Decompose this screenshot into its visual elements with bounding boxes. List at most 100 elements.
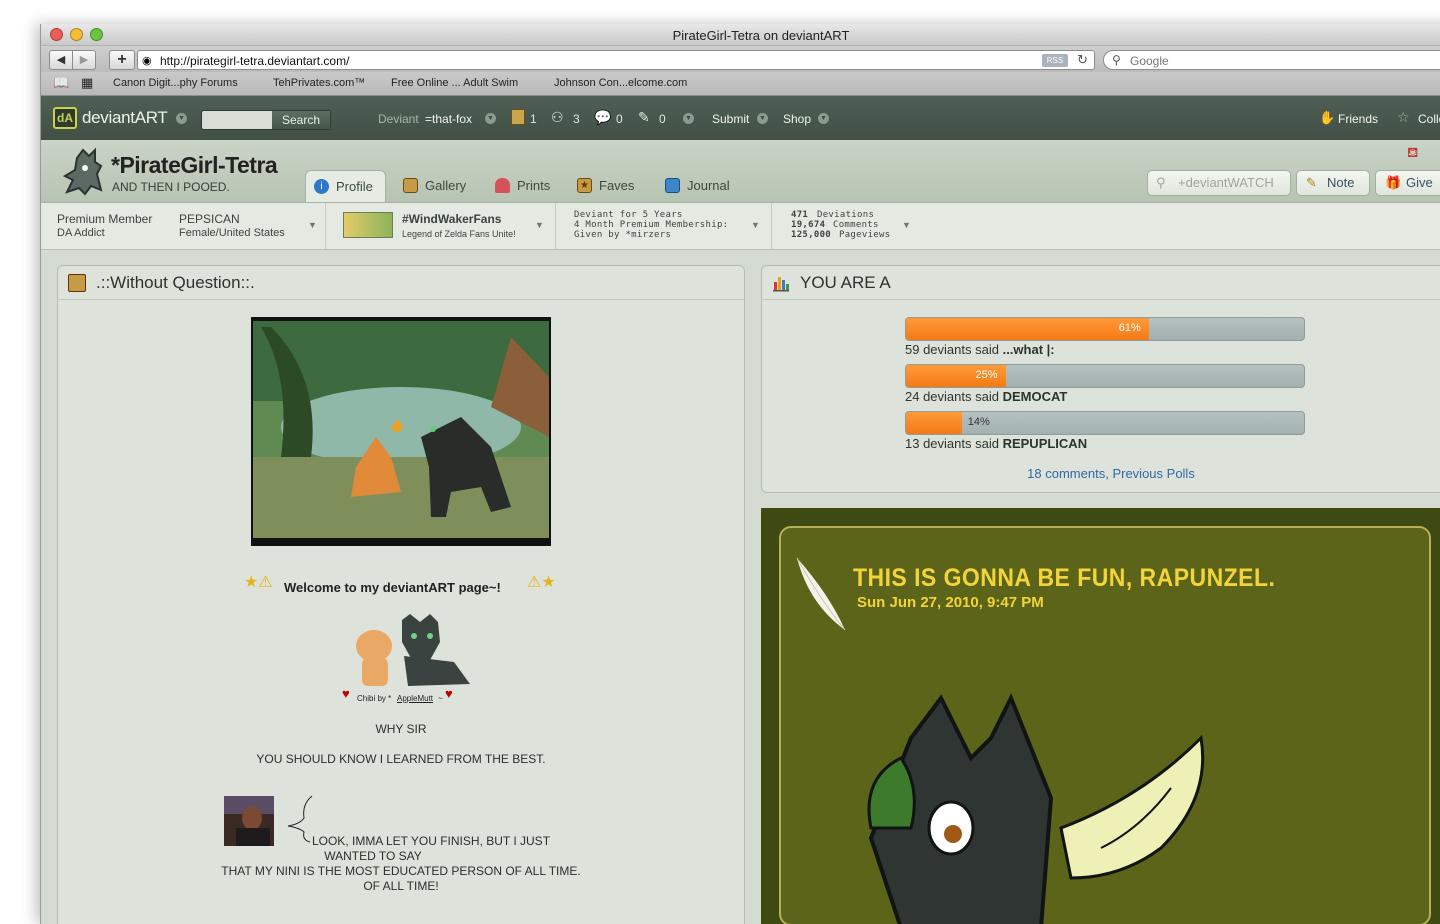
deviation-inbox-icon[interactable] [511,109,525,125]
poll-comments-link[interactable]: 18 comments [1027,466,1105,481]
give-label: Give [1406,175,1433,190]
poll-panel: YOU ARE A 61% 59 deviants said ...what |… [761,265,1440,493]
group-chevron-icon[interactable]: ▼ [534,218,545,232]
back-button[interactable]: ◀ [49,50,73,70]
bookmark-item[interactable]: TehPrivates.com™ [273,77,365,89]
membership-chevron-icon[interactable]: ▼ [750,218,761,232]
poll-bar[interactable]: 61% [905,317,1305,341]
llama-badge-icon[interactable]: ⛾ [1407,144,1418,163]
poll-answer: ...what |: [1002,342,1055,357]
gift-icon: 🎁 [1385,175,1402,190]
favicon-icon: ◉ [142,55,152,67]
give-button[interactable]: 🎁 Give [1375,170,1440,196]
journal-panel: THIS IS GONNA BE FUN, RAPUNZEL. Sun Jun … [761,508,1440,924]
heart-icon: ♥ [445,686,453,701]
tab-profile-label: Profile [336,179,373,194]
url-text[interactable]: http://pirategirl-tetra.deviantart.com/ [160,54,349,68]
tab-faves[interactable]: ★ Faves [569,170,634,202]
featured-artwork-image[interactable] [251,317,551,546]
deviantwatch-button[interactable]: ⚲ +deviantWATCH [1147,170,1291,196]
tab-journal-label: Journal [687,178,730,193]
add-bookmark-button[interactable]: + [109,50,135,70]
friends-icon[interactable]: ✋ [1319,110,1335,126]
comment-bubble-icon[interactable]: 💬 [594,109,611,126]
binoculars-icon[interactable]: ⚇ [551,109,564,126]
group-name[interactable]: #WindWakerFans [402,212,501,226]
tab-gallery[interactable]: Gallery [395,170,466,202]
membership-info: 4 Month Premium Membership: [574,220,729,230]
watch-plus-icon: ⚲ [1156,175,1166,190]
note-label: Note [1327,175,1355,190]
text-line: WHY SIR [375,722,427,736]
address-bar[interactable]: ◉ http://pirategirl-tetra.deviantart.com… [137,50,1095,70]
journal-title[interactable]: THIS IS GONNA BE FUN, RAPUNZEL. [853,564,1275,593]
deviantart-logo-text[interactable]: deviantART [82,108,168,128]
comment-count[interactable]: 0 [616,112,623,126]
poll-bar[interactable]: 14% [905,411,1305,435]
member-type: Premium Member [57,212,153,226]
watch-count[interactable]: 3 [573,112,580,126]
site-search-input[interactable]: Search [201,110,331,130]
avatar[interactable] [61,146,107,196]
comments-label: Comments [833,220,879,230]
username-link[interactable]: =that-fox [425,112,472,126]
friends-menu[interactable]: Friends [1338,112,1378,126]
deviation-count[interactable]: 1 [530,112,537,126]
rss-button[interactable]: RSS [1042,54,1068,67]
inbox-menu-chevron-icon[interactable]: ▼ [683,111,694,125]
quote-line: OF ALL TIME! [363,879,439,893]
frame-icon [68,274,86,292]
tab-profile[interactable]: i Profile [305,170,386,202]
grid-icon[interactable]: ▦ [81,75,93,91]
poll-count: 59 deviants said [905,342,999,357]
group-badge-image[interactable] [343,212,393,238]
poll-percent: 61% [1118,322,1141,334]
profile-username[interactable]: *PirateGirl-Tetra [111,152,278,179]
shop-menu[interactable]: Shop [783,112,811,126]
submit-menu[interactable]: Submit [712,112,749,126]
bookmarks-bar: 📖 ▦ Canon Digit...phy Forums TehPrivates… [41,72,1440,96]
search-placeholder: Google [1130,54,1169,68]
user-menu-chevron-icon[interactable]: ▼ [485,111,496,125]
poll-answer: REPUPLICAN [1002,436,1088,451]
bookmark-item[interactable]: Johnson Con...elcome.com [554,77,687,89]
poll-bar-fill [906,412,962,434]
site-search-button[interactable]: Search [272,111,330,129]
bookmark-item[interactable]: Canon Digit...phy Forums [113,77,238,89]
note-button[interactable]: ✎ Note [1296,170,1370,196]
given-by: Given by *mirzers [574,230,672,240]
bar-chart-icon [773,277,789,292]
notes-count[interactable]: 0 [659,112,666,126]
chibi-credit-link[interactable]: AppleMutt [397,694,433,703]
web-search-field[interactable]: ⚲ Google [1103,50,1440,70]
pageviews-count: 125,000 [791,230,832,240]
poll-title: YOU ARE A [800,273,891,292]
window-title: PirateGirl-Tetra on deviantART [672,28,850,43]
tab-journal[interactable]: Journal [657,170,730,202]
deviantart-navbar: dA deviantART ▼ Search Deviant =that-fox… [41,96,1440,140]
book-icon[interactable]: 📖 [53,75,69,91]
chibi-pixel-art [356,614,470,686]
stats-chevron-icon[interactable]: ▼ [901,218,912,232]
previous-polls-link[interactable]: Previous Polls [1112,466,1194,481]
collections-menu[interactable]: Colle [1418,112,1440,126]
logo-menu-chevron-icon[interactable]: ▼ [176,111,187,125]
bookmark-item[interactable]: Free Online ... Adult Swim [391,77,518,89]
faves-star-frame-icon: ★ [577,178,592,193]
poll-result-line: 13 deviants said REPUPLICAN [905,436,1087,451]
shop-chevron-icon[interactable]: ▼ [818,111,829,125]
reload-icon[interactable]: ↻ [1077,52,1088,68]
tab-prints[interactable]: Prints [487,170,550,202]
deviantart-logo-icon[interactable]: dA [53,107,77,129]
link-separator: , [1105,466,1109,481]
profile-tagline: AND THEN I POOED. [112,180,230,194]
star-icon[interactable]: ☆ [1397,109,1410,126]
submit-chevron-icon[interactable]: ▼ [757,111,768,125]
prints-bag-icon [495,178,510,193]
forward-button[interactable]: ▶ [72,50,96,70]
plus-icon: + [117,51,127,68]
poll-bar[interactable]: 25% [905,364,1305,388]
info-chevron-icon[interactable]: ▼ [307,218,318,232]
feather-icon [796,557,846,631]
notes-icon[interactable]: ✎ [638,109,650,126]
